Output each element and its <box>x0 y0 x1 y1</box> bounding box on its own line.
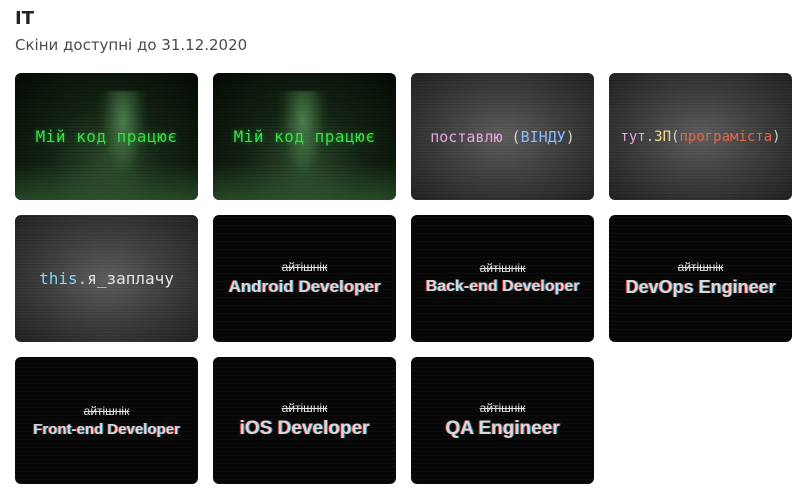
skin-tile-devops-engineer[interactable]: айтішнік DevOps Engineer <box>609 215 792 342</box>
role-label: QA Engineer <box>445 418 560 439</box>
code-token: ) <box>772 128 781 145</box>
page-title: IT <box>15 8 34 29</box>
code-token: . <box>77 269 88 288</box>
code-token: тут <box>620 128 646 145</box>
ground-glow <box>15 162 198 200</box>
strikethrough-label: айтішнік <box>479 261 526 275</box>
code-token: програміста <box>679 128 773 145</box>
role-label: iOS Developer <box>239 418 370 439</box>
skin-label: тут.ЗП(програміста) <box>620 129 780 145</box>
skin-tile-frontend-developer[interactable]: айтішнік Front-end Developer <box>15 357 198 484</box>
role-label: DevOps Engineer <box>625 276 776 297</box>
code-token: поставлю <box>430 127 503 146</box>
role-label: Front-end Developer <box>33 420 180 438</box>
skin-label: Мій код працює <box>35 127 178 146</box>
skin-label: поставлю (ВІНДУ) <box>430 128 575 146</box>
code-token: я_заплачу <box>87 269 174 288</box>
strikethrough-label: айтішнік <box>83 403 130 418</box>
strikethrough-label: айтішнік <box>479 401 526 415</box>
code-token: ВІНДУ <box>520 127 566 146</box>
skin-label: Мій код працює <box>233 127 376 146</box>
code-token: ( <box>502 127 521 146</box>
skin-tile-install-windows[interactable]: поставлю (ВІНДУ) <box>411 73 594 200</box>
code-token: this <box>39 269 78 288</box>
skin-tile-qa-engineer[interactable]: айтішнік QA Engineer <box>411 357 594 484</box>
skin-tile-matrix-1[interactable]: Мій код працює <box>15 73 198 200</box>
skin-tile-programmer-salary[interactable]: тут.ЗП(програміста) <box>609 73 792 200</box>
skin-tile-ios-developer[interactable]: айтішнік iOS Developer <box>213 357 396 484</box>
skin-tile-this-pay[interactable]: this.я_заплачу <box>15 215 198 342</box>
skin-tile-android-developer[interactable]: айтішнік Android Developer <box>213 215 396 342</box>
strikethrough-label: айтішнік <box>281 260 328 274</box>
code-token: ) <box>565 127 575 146</box>
role-label: Android Developer <box>228 277 381 296</box>
availability-subtitle: Скіни доступні до 31.12.2020 <box>15 36 248 54</box>
code-token: ЗП <box>654 128 671 145</box>
ground-glow <box>213 162 396 200</box>
skin-tile-matrix-2[interactable]: Мій код працює <box>213 73 396 200</box>
role-label: Back-end Developer <box>425 278 580 295</box>
strikethrough-label: айтішнік <box>281 401 328 415</box>
skin-tile-backend-developer[interactable]: айтішнік Back-end Developer <box>411 215 594 342</box>
strikethrough-label: айтішнік <box>677 259 724 274</box>
skin-label: this.я_заплачу <box>39 269 174 288</box>
code-token: . <box>645 128 655 145</box>
